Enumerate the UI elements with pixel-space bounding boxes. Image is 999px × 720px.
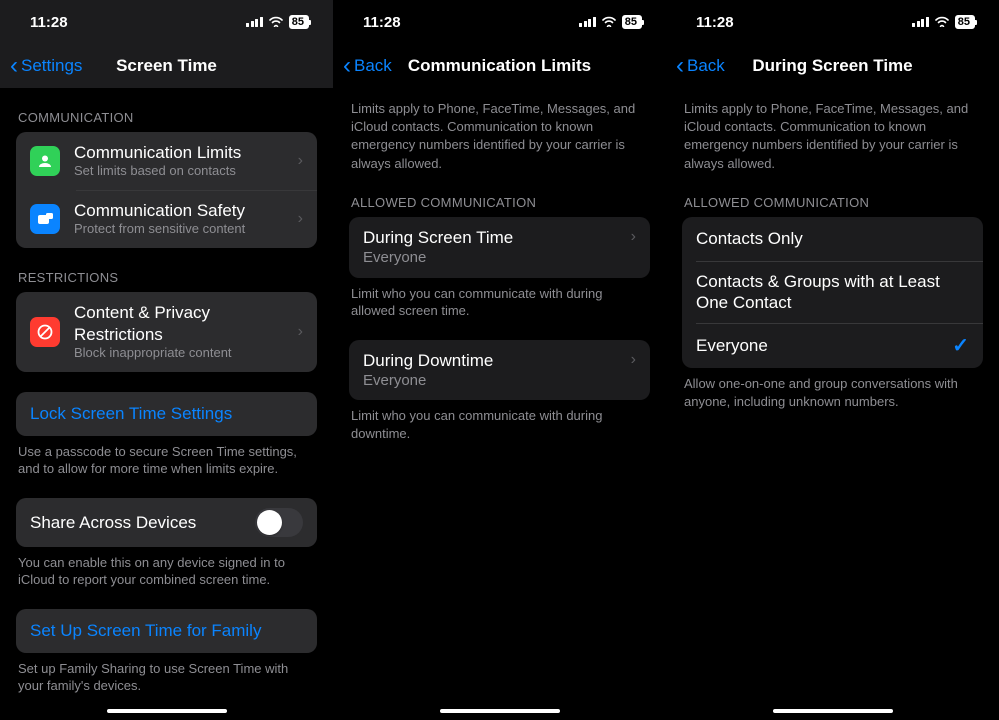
back-button[interactable]: ‹ Back	[343, 52, 392, 80]
back-button[interactable]: ‹ Back	[676, 52, 725, 80]
row-subtitle: Block inappropriate content	[74, 345, 292, 362]
intro-text: Limits apply to Phone, FaceTime, Message…	[684, 100, 981, 173]
row-during-screen-time[interactable]: During Screen Time › Everyone	[349, 217, 650, 278]
battery-icon: 85	[289, 15, 309, 29]
back-button[interactable]: ‹ Settings	[10, 52, 82, 80]
status-time: 11:28	[30, 14, 68, 31]
chevron-left-icon: ‹	[676, 52, 684, 80]
footer-during-st: Limit who you can communicate with durin…	[351, 285, 648, 320]
chevron-right-icon: ›	[298, 323, 303, 341]
option-contacts-only[interactable]: Contacts Only	[682, 217, 983, 261]
status-time: 11:28	[363, 14, 401, 31]
restrictions-icon	[30, 317, 60, 347]
section-header-allowed: ALLOWED COMMUNICATION	[351, 195, 648, 210]
share-toggle[interactable]	[255, 508, 303, 537]
row-title: Lock Screen Time Settings	[30, 403, 232, 424]
footer-share: You can enable this on any device signed…	[18, 554, 315, 589]
back-label: Back	[354, 56, 392, 76]
section-header-communication: COMMUNICATION	[18, 110, 315, 125]
cellular-icon	[579, 17, 596, 27]
back-label: Back	[687, 56, 725, 76]
footer-lock: Use a passcode to secure Screen Time set…	[18, 443, 315, 478]
battery-icon: 85	[622, 15, 642, 29]
option-label: Contacts Only	[696, 228, 969, 249]
option-label: Contacts & Groups with at Least One Cont…	[696, 271, 969, 314]
chevron-left-icon: ‹	[343, 52, 351, 80]
intro-text: Limits apply to Phone, FaceTime, Message…	[351, 100, 648, 173]
battery-icon: 85	[955, 15, 975, 29]
cellular-icon	[246, 17, 263, 27]
row-during-downtime[interactable]: During Downtime › Everyone	[349, 340, 650, 401]
row-title: Share Across Devices	[30, 512, 255, 533]
status-right: 85	[579, 14, 642, 30]
option-contacts-groups[interactable]: Contacts & Groups with at Least One Cont…	[682, 261, 983, 324]
row-title: Communication Limits	[74, 142, 292, 163]
section-header-restrictions: RESTRICTIONS	[18, 270, 315, 285]
footer-during-dt: Limit who you can communicate with durin…	[351, 407, 648, 442]
chevron-right-icon: ›	[298, 210, 303, 228]
row-family[interactable]: Set Up Screen Time for Family	[16, 609, 317, 653]
row-share-devices[interactable]: Share Across Devices	[16, 498, 317, 547]
communication-limits-icon	[30, 146, 60, 176]
status-right: 85	[912, 14, 975, 30]
section-header-allowed: ALLOWED COMMUNICATION	[684, 195, 981, 210]
nav-bar: ‹ Settings Screen Time	[0, 44, 333, 88]
status-bar: 11:28 85	[0, 0, 333, 44]
home-indicator[interactable]	[107, 709, 227, 713]
wifi-icon	[601, 14, 617, 30]
row-communication-limits[interactable]: Communication Limits Set limits based on…	[16, 132, 317, 190]
row-value: Everyone	[363, 248, 636, 268]
row-title: Communication Safety	[74, 200, 292, 221]
row-title: Set Up Screen Time for Family	[30, 620, 261, 641]
back-label: Settings	[21, 56, 82, 76]
row-lock-settings[interactable]: Lock Screen Time Settings	[16, 392, 317, 436]
chevron-left-icon: ‹	[10, 52, 18, 80]
status-bar: 11:28 85	[666, 0, 999, 44]
communication-safety-icon	[30, 204, 60, 234]
row-communication-safety[interactable]: Communication Safety Protect from sensit…	[16, 190, 317, 248]
wifi-icon	[268, 14, 284, 30]
footer-family: Set up Family Sharing to use Screen Time…	[18, 660, 315, 695]
nav-bar: ‹ Back Communication Limits	[333, 44, 666, 88]
wifi-icon	[934, 14, 950, 30]
checkmark-icon: ✓	[952, 333, 969, 358]
chevron-right-icon: ›	[631, 228, 636, 246]
row-title: Content & Privacy Restrictions	[74, 302, 292, 345]
row-title: During Downtime	[363, 350, 625, 371]
home-indicator[interactable]	[773, 709, 893, 713]
row-subtitle: Protect from sensitive content	[74, 221, 292, 238]
row-title: During Screen Time	[363, 227, 625, 248]
footer-allowed: Allow one-on-one and group conversations…	[684, 375, 981, 410]
chevron-right-icon: ›	[298, 152, 303, 170]
status-right: 85	[246, 14, 309, 30]
cellular-icon	[912, 17, 929, 27]
row-subtitle: Set limits based on contacts	[74, 163, 292, 180]
row-value: Everyone	[363, 371, 636, 391]
status-time: 11:28	[696, 14, 734, 31]
status-bar: 11:28 85	[333, 0, 666, 44]
row-content-privacy[interactable]: Content & Privacy Restrictions Block ina…	[16, 292, 317, 371]
nav-bar: ‹ Back During Screen Time	[666, 44, 999, 88]
option-label: Everyone	[696, 335, 952, 356]
chevron-right-icon: ›	[631, 351, 636, 369]
home-indicator[interactable]	[440, 709, 560, 713]
option-everyone[interactable]: Everyone ✓	[682, 323, 983, 368]
